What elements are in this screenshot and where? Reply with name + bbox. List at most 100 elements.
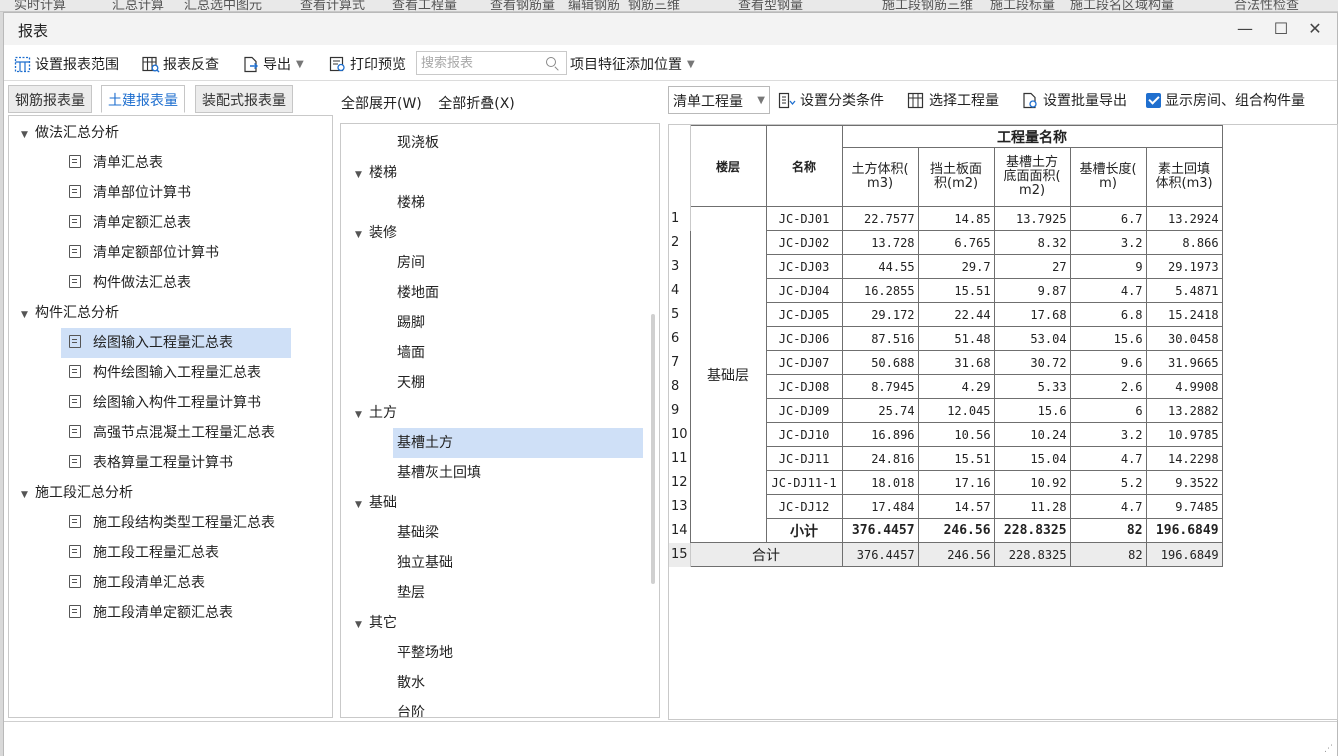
value-cell[interactable]: 13.2924 — [1145, 206, 1223, 231]
name-cell[interactable]: JC-DJ05 — [765, 302, 843, 327]
column-group-header[interactable]: 工程量名称 — [841, 125, 1223, 148]
report-grid[interactable]: 楼层 名称 工程量名称 土方体积(m3) 挡土板面 积(m2) 基槽土方 底面面积(m2) 基槽… — [668, 124, 1338, 720]
name-cell[interactable]: JC-DJ02 — [765, 230, 843, 255]
value-cell[interactable]: 31.9665 — [1145, 350, 1223, 375]
tree-item-report[interactable]: 绘图输入构件工程量计算书 — [61, 388, 291, 418]
component-item[interactable]: 墙面 — [393, 338, 643, 368]
value-cell[interactable]: 3.2 — [1069, 230, 1147, 255]
value-cell[interactable]: 12.045 — [917, 398, 995, 423]
name-cell[interactable]: JC-DJ01 — [765, 206, 843, 231]
value-cell[interactable]: 9.87 — [993, 278, 1071, 303]
row-number[interactable]: 15 — [669, 542, 691, 567]
table-row[interactable]: 1 基础层 JC-DJ01 22.7577 14.85 13.7925 6.7 13.2924 — [669, 206, 1223, 543]
export-dropdown-icon[interactable]: ▼ — [296, 59, 304, 70]
tree-group[interactable]: ▼ 做法汇总分析 — [21, 118, 119, 148]
search-icon[interactable] — [546, 57, 556, 67]
collapse-arrow-icon[interactable]: ▼ — [21, 120, 35, 150]
total-value[interactable]: 228.8325 — [993, 542, 1071, 567]
tree-item-report[interactable]: 施工段工程量汇总表 — [61, 538, 291, 568]
row-number[interactable]: 12 — [669, 470, 691, 495]
show-room-checkbox[interactable]: 显示房间、组合构件量 — [1146, 86, 1305, 114]
value-cell[interactable]: 53.04 — [993, 326, 1071, 351]
column-header[interactable]: 土方体积(m3) — [841, 147, 919, 207]
value-cell[interactable]: 6.765 — [917, 230, 995, 255]
value-cell[interactable]: 10.56 — [917, 422, 995, 447]
report-tree-pane[interactable]: ▼ 做法汇总分析 清单汇总表 清单部位计算书 清单定额汇总表 清单定额部位计算书 构件做法汇… — [8, 115, 333, 718]
component-item[interactable]: 天棚 — [393, 368, 643, 398]
value-cell[interactable]: 4.7 — [1069, 494, 1147, 519]
component-item[interactable]: 散水 — [393, 668, 643, 698]
collapse-arrow-icon[interactable]: ▼ — [355, 490, 369, 520]
component-item[interactable]: 楼梯 — [393, 188, 643, 218]
value-cell[interactable]: 87.516 — [841, 326, 919, 351]
row-number[interactable]: 4 — [669, 278, 691, 303]
name-cell[interactable]: JC-DJ03 — [765, 254, 843, 279]
value-cell[interactable]: 29.172 — [841, 302, 919, 327]
value-cell[interactable]: 14.2298 — [1145, 446, 1223, 471]
value-cell[interactable]: 8.866 — [1145, 230, 1223, 255]
value-cell[interactable]: 22.7577 — [841, 206, 919, 231]
scrollbar-thumb[interactable] — [651, 314, 655, 584]
value-cell[interactable]: 22.44 — [917, 302, 995, 327]
minimize-button[interactable]: — — [1232, 18, 1258, 40]
set-report-range-button[interactable]: 设置报表范围 — [14, 52, 119, 76]
collapse-arrow-icon[interactable]: ▼ — [355, 610, 369, 640]
set-category-button[interactable]: 设置分类条件 — [778, 86, 884, 114]
component-item[interactable]: 楼地面 — [393, 278, 643, 308]
row-number-header[interactable] — [669, 125, 691, 207]
value-cell[interactable]: 2.6 — [1069, 374, 1147, 399]
report-search-input[interactable] — [421, 52, 541, 74]
value-cell[interactable]: 9.6 — [1069, 350, 1147, 375]
component-group[interactable]: ▼ 其它 — [355, 608, 397, 638]
value-cell[interactable]: 13.728 — [841, 230, 919, 255]
tree-item-report[interactable]: 构件做法汇总表 — [61, 268, 291, 298]
value-cell[interactable]: 17.484 — [841, 494, 919, 519]
subtotal-value[interactable]: 82 — [1069, 518, 1147, 543]
floor-cell[interactable]: 基础层 — [689, 206, 767, 543]
value-cell[interactable]: 9.3522 — [1145, 470, 1223, 495]
component-item[interactable]: 平整场地 — [393, 638, 643, 668]
row-number[interactable]: 10 — [669, 422, 691, 447]
value-cell[interactable]: 10.92 — [993, 470, 1071, 495]
checkbox-checked-icon[interactable] — [1146, 92, 1161, 108]
tree-item-report[interactable]: 清单汇总表 — [61, 148, 291, 178]
tree-group[interactable]: ▼ 构件汇总分析 — [21, 298, 119, 328]
name-cell[interactable]: JC-DJ10 — [765, 422, 843, 447]
component-item[interactable]: 踢脚 — [393, 308, 643, 338]
subtotal-value[interactable]: 246.56 — [917, 518, 995, 543]
row-number[interactable]: 7 — [669, 350, 691, 375]
value-cell[interactable]: 13.7925 — [993, 206, 1071, 231]
value-cell[interactable]: 14.85 — [917, 206, 995, 231]
tree-group[interactable]: ▼ 施工段汇总分析 — [21, 478, 133, 508]
name-cell[interactable]: JC-DJ12 — [765, 494, 843, 519]
component-group[interactable]: ▼ 楼梯 — [355, 158, 397, 188]
value-cell[interactable]: 10.9785 — [1145, 422, 1223, 447]
total-value[interactable]: 376.4457 — [841, 542, 919, 567]
value-cell[interactable]: 50.688 — [841, 350, 919, 375]
value-cell[interactable]: 5.33 — [993, 374, 1071, 399]
value-cell[interactable]: 9 — [1069, 254, 1147, 279]
expand-all-button[interactable]: 全部展开(W) — [341, 96, 422, 112]
row-number[interactable]: 3 — [669, 254, 691, 279]
value-cell[interactable]: 15.6 — [1069, 326, 1147, 351]
row-number[interactable]: 9 — [669, 398, 691, 423]
close-button[interactable]: ✕ — [1302, 18, 1328, 40]
batch-export-button[interactable]: 设置批量导出 — [1021, 86, 1127, 114]
value-cell[interactable]: 25.74 — [841, 398, 919, 423]
value-cell[interactable]: 16.2855 — [841, 278, 919, 303]
value-cell[interactable]: 11.28 — [993, 494, 1071, 519]
tree-item-report[interactable]: 施工段结构类型工程量汇总表 — [61, 508, 291, 538]
row-number[interactable]: 14 — [669, 518, 691, 543]
component-item[interactable]: 垫层 — [393, 578, 643, 608]
total-row[interactable]: 15 合计 376.4457 246.56 228.8325 82 196.6849 — [669, 542, 1223, 567]
value-cell[interactable]: 30.72 — [993, 350, 1071, 375]
value-cell[interactable]: 17.68 — [993, 302, 1071, 327]
row-number[interactable]: 13 — [669, 494, 691, 519]
value-cell[interactable]: 18.018 — [841, 470, 919, 495]
value-cell[interactable]: 9.7485 — [1145, 494, 1223, 519]
component-group[interactable]: ▼ 土方 — [355, 398, 397, 428]
component-item[interactable]: 基槽灰土回填 — [393, 458, 643, 488]
value-cell[interactable]: 15.2418 — [1145, 302, 1223, 327]
value-cell[interactable]: 4.7 — [1069, 446, 1147, 471]
total-value[interactable]: 196.6849 — [1145, 542, 1223, 567]
